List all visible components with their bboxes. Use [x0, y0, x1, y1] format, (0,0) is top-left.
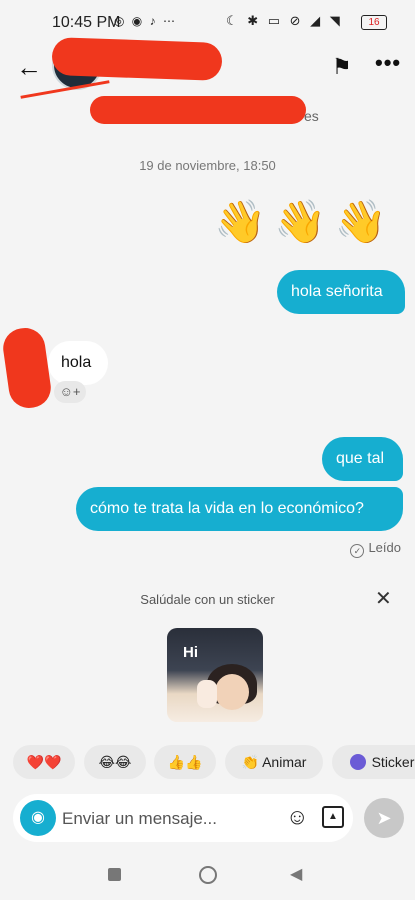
emoji-message[interactable]: 👋👋👋 — [214, 198, 395, 247]
sticker-text: Hi — [183, 644, 198, 661]
header-subtitle: es — [304, 108, 319, 124]
sticker-suggestion[interactable]: Hi — [167, 628, 263, 722]
sticker-art — [197, 680, 217, 708]
system-icons: ☾ ✱ ▭ ⊘ ◢ ◥ — [226, 13, 343, 28]
message-input[interactable] — [60, 806, 274, 832]
outgoing-message[interactable]: cómo te trata la vida en lo económico? — [76, 487, 403, 531]
redaction-mark — [51, 37, 223, 81]
camera-icon[interactable]: ◉ — [20, 800, 56, 836]
read-status-label: Leído — [368, 540, 401, 555]
outgoing-message[interactable]: hola señorita — [277, 270, 405, 314]
add-reaction-icon[interactable]: ☺+ — [54, 381, 86, 403]
sticker-hint: Salúdale con un sticker — [140, 592, 275, 607]
close-icon[interactable]: ✕ — [375, 586, 392, 611]
more-icon[interactable]: ••• — [375, 50, 401, 76]
back-icon[interactable]: ← — [16, 52, 42, 83]
sticker-button[interactable]: Sticker — [332, 745, 415, 779]
home-button[interactable] — [199, 866, 217, 884]
quick-reaction-laugh[interactable]: 😂😂 — [84, 745, 146, 779]
sticker-button-label: Sticker — [371, 754, 415, 770]
system-back-icon[interactable]: ◀ — [290, 864, 302, 884]
quick-reaction-cheer[interactable]: 👏 Animar — [225, 745, 323, 779]
redaction-mark — [0, 325, 54, 411]
recent-apps-button[interactable] — [108, 868, 121, 881]
battery-icon: 16 — [361, 15, 387, 30]
date-separator: 19 de noviembre, 18:50 — [139, 158, 276, 173]
check-icon: ✓ — [350, 544, 365, 558]
status-time: 10:45 PM — [52, 14, 121, 31]
sticker-icon — [349, 754, 366, 770]
flag-icon[interactable]: ⚑ — [332, 54, 352, 80]
redaction-mark — [90, 96, 306, 124]
outgoing-message[interactable]: que tal — [322, 437, 403, 481]
quick-reaction-hearts[interactable]: ❤️❤️ — [13, 745, 75, 779]
send-icon[interactable]: ➤ — [364, 798, 404, 838]
emoji-icon[interactable]: ☺ — [286, 804, 308, 830]
gallery-icon[interactable]: ▲ — [322, 806, 344, 828]
incoming-message[interactable]: hola — [48, 341, 108, 385]
quick-reaction-thumbs[interactable]: 👍👍 — [154, 745, 216, 779]
notification-icons: ◎ ◉ ♪ ⋯ — [114, 14, 177, 28]
sticker-art — [215, 674, 249, 710]
read-receipt: ✓ Leído — [350, 540, 401, 558]
